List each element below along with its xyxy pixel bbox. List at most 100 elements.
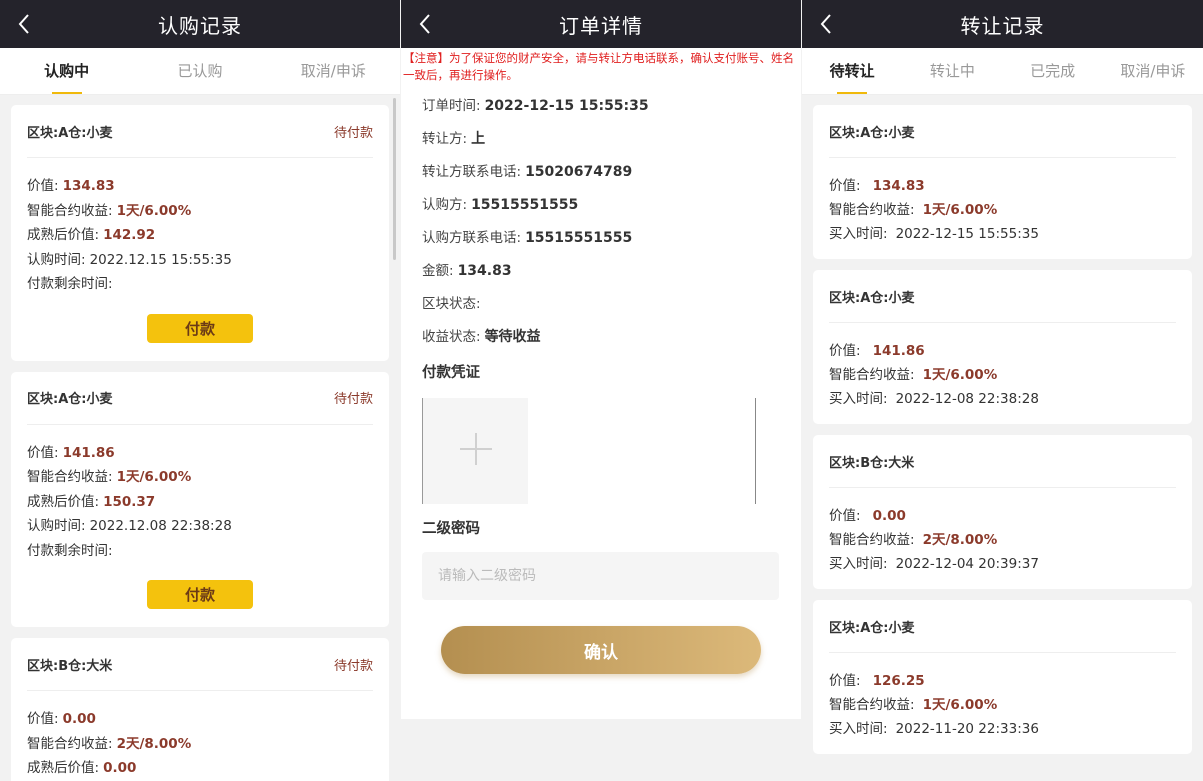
detail-label: 金额: (422, 263, 454, 279)
income-label: 智能合约收益: (27, 735, 113, 752)
record-list: 区块:A仓:小麦 价值: 134.83 智能合约收益: 1天/6.00% 买入时间:… (802, 95, 1203, 754)
detail-value: 15020674789 (525, 164, 633, 180)
record-card: 区块:A仓:小麦 价值: 134.83 智能合约收益: 1天/6.00% 买入时间:… (813, 105, 1192, 259)
detail-row: 转让方: 上 (422, 123, 780, 156)
transfer-records-screen: 转让记录 待转让 转让中 已完成 取消/申诉 区块:A仓:小麦 价值: 134.8… (802, 0, 1203, 781)
record-name: 区块:B仓:大米 (829, 455, 915, 471)
income-value: 1天/6.00% (922, 367, 998, 383)
order-detail-panel: 订单时间: 2022-12-15 15:55:35 转让方: 上 转让方联系电话: 1… (401, 86, 801, 719)
mature-label: 成熟后价值: (27, 493, 100, 510)
mature-value: 0.00 (103, 760, 137, 776)
divider (755, 398, 756, 504)
detail-row: 认购方联系电话: 15515551555 (422, 222, 780, 255)
income-value: 1天/6.00% (116, 469, 192, 485)
income-value: 1天/6.00% (922, 202, 998, 218)
income-value: 2天/8.00% (116, 735, 192, 752)
scrollbar[interactable] (393, 98, 396, 260)
tab-bar: 认购中 已认购 取消/申诉 (0, 48, 400, 95)
income-label: 智能合约收益: (829, 697, 915, 713)
header-bar: 转让记录 (802, 0, 1203, 48)
detail-row: 金额: 134.83 (422, 255, 780, 288)
detail-value: 2022-12-15 15:55:35 (484, 98, 649, 114)
pay-button[interactable]: 付款 (147, 580, 253, 609)
back-arrow-icon[interactable] (415, 14, 435, 34)
value-label: 价值: (829, 673, 861, 689)
detail-label: 订单时间: (422, 98, 481, 114)
detail-row: 转让方联系电话: 15020674789 (422, 156, 780, 189)
mature-label: 成熟后价值: (27, 760, 100, 776)
record-card: 区块:A仓:小麦 价值: 126.25 智能合约收益: 1天/6.00% 买入时间:… (813, 600, 1192, 754)
upload-button[interactable] (422, 398, 528, 504)
time-label: 买入时间: (829, 226, 888, 242)
tab-transferring[interactable]: 转让中 (902, 48, 1002, 95)
tab-subscribed[interactable]: 已认购 (133, 48, 266, 95)
back-arrow-icon[interactable] (14, 14, 34, 34)
password-title: 二级密码 (422, 521, 480, 537)
value-label: 价值: (829, 343, 861, 359)
detail-value: 134.83 (457, 263, 512, 279)
record-name: 区块:B仓:大米 (27, 658, 113, 674)
income-label: 智能合约收益: (829, 202, 915, 218)
voucher-title: 付款凭证 (422, 365, 480, 381)
detail-value: 15515551555 (471, 197, 579, 213)
value-amount: 0.00 (62, 711, 96, 727)
record-card: 区块:A仓:小麦 待付款 价值: 141.86 智能合约收益: 1天/6.00% 成… (11, 371, 389, 627)
time-label: 买入时间: (829, 556, 888, 572)
value-label: 价值: (27, 444, 59, 461)
value-label: 价值: (27, 178, 59, 194)
subscription-records-screen: 认购记录 认购中 已认购 取消/申诉 区块:A仓:小麦 待付款 价值: 134.8… (0, 0, 400, 781)
time-value: 2022-12-08 22:38:28 (895, 391, 1039, 407)
tab-completed[interactable]: 已完成 (1003, 48, 1103, 95)
detail-value: 等待收益 (484, 329, 541, 345)
tab-pending-transfer[interactable]: 待转让 (802, 48, 902, 95)
value-amount: 141.86 (62, 444, 115, 461)
page-title: 认购记录 (158, 13, 242, 38)
remain-label: 付款剩余时间: (27, 276, 113, 292)
header-bar: 订单详情 (401, 0, 801, 48)
header-bar: 认购记录 (0, 0, 400, 48)
detail-label: 认购方联系电话: (422, 230, 522, 246)
mature-label: 成熟后价值: (27, 227, 100, 243)
security-notice: 【注意】为了保证您的财产安全，请与转让方电话联系，确认支付账号、姓名一致后，再进… (401, 48, 801, 86)
detail-label: 收益状态: (422, 329, 481, 345)
tab-subscribing[interactable]: 认购中 (0, 48, 133, 95)
secondary-password-input[interactable] (422, 552, 779, 600)
detail-label: 认购方: (422, 197, 468, 213)
voucher-upload-area (422, 398, 780, 504)
time-value: 2022-12-04 20:39:37 (895, 556, 1039, 572)
order-detail-screen: 订单详情 【注意】为了保证您的财产安全，请与转让方电话联系，确认支付账号、姓名一… (401, 0, 801, 781)
record-name: 区块:A仓:小麦 (829, 620, 915, 636)
income-label: 智能合约收益: (829, 532, 915, 548)
detail-label: 区块状态: (422, 296, 481, 312)
confirm-button[interactable]: 确认 (441, 626, 761, 674)
record-card: 区块:B仓:大米 价值: 0.00 智能合约收益: 2天/8.00% 买入时间: 20… (813, 435, 1192, 589)
time-label: 认购时间: (27, 251, 86, 268)
record-name: 区块:A仓:小麦 (27, 125, 113, 141)
income-value: 1天/6.00% (922, 697, 998, 713)
remain-label: 付款剩余时间: (27, 542, 113, 559)
plus-icon (459, 432, 493, 470)
pay-button[interactable]: 付款 (147, 313, 253, 343)
value-amount: 126.25 (872, 673, 925, 689)
detail-row: 订单时间: 2022-12-15 15:55:35 (422, 90, 780, 123)
tab-cancel-appeal[interactable]: 取消/申诉 (267, 48, 400, 95)
detail-row: 认购方: 15515551555 (422, 189, 780, 222)
value-amount: 134.83 (872, 178, 925, 194)
status-badge: 待付款 (333, 392, 373, 407)
tab-cancel-appeal[interactable]: 取消/申诉 (1103, 48, 1203, 95)
time-value: 2022.12.15 15:55:35 (89, 251, 232, 268)
income-label: 智能合约收益: (27, 202, 113, 219)
detail-row: 收益状态: 等待收益 (422, 321, 780, 354)
income-label: 智能合约收益: (27, 469, 113, 485)
value-amount: 134.83 (62, 178, 115, 194)
status-badge: 待付款 (333, 658, 373, 674)
time-value: 2022-12-15 15:55:35 (895, 226, 1039, 242)
income-value: 2天/8.00% (922, 532, 998, 548)
detail-row: 区块状态: (422, 288, 780, 321)
record-name: 区块:A仓:小麦 (27, 392, 113, 407)
time-value: 2022-11-20 22:33:36 (895, 721, 1039, 737)
mature-value: 150.37 (103, 493, 156, 510)
back-arrow-icon[interactable] (816, 14, 836, 34)
time-label: 买入时间: (829, 721, 888, 737)
value-amount: 0.00 (872, 508, 906, 524)
